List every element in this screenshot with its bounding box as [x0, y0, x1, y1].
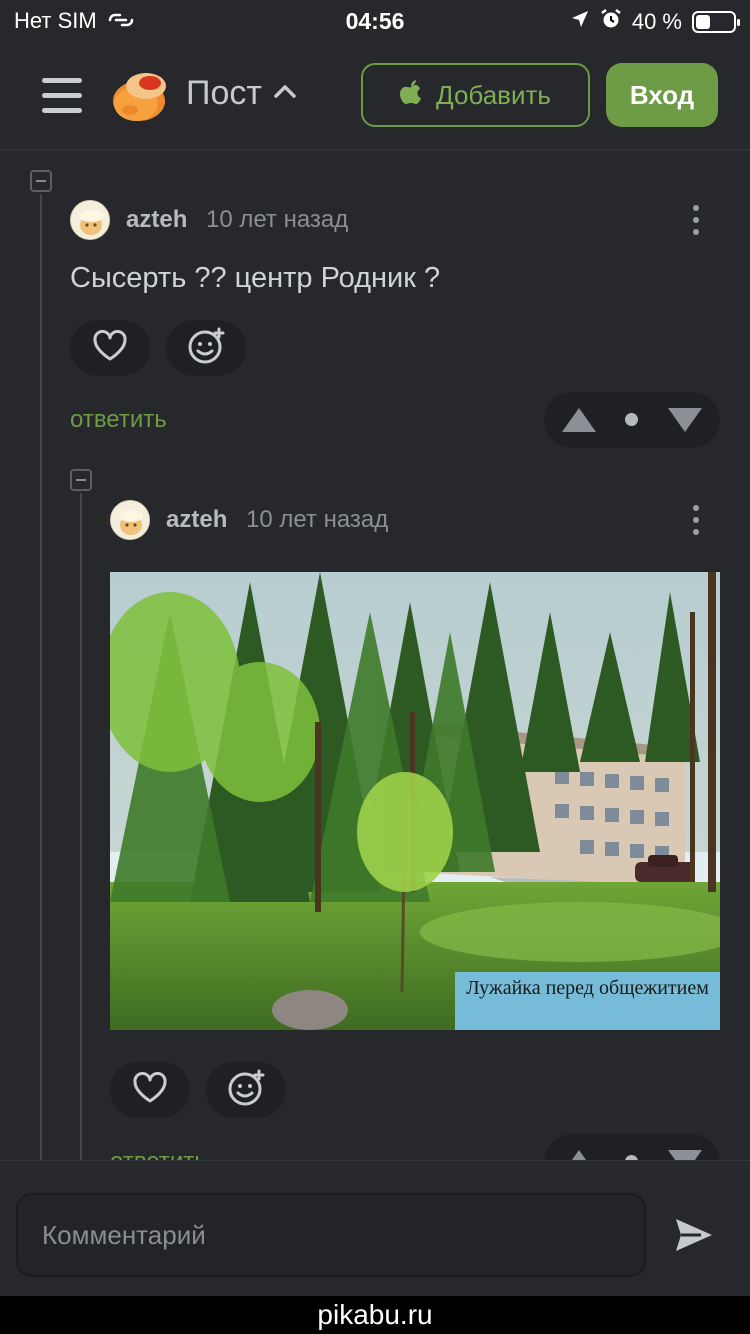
- status-bar: Нет SIM 04:56 40 %: [0, 0, 750, 42]
- comment-time: 10 лет назад: [246, 506, 389, 533]
- add-button[interactable]: Добавить: [361, 63, 590, 127]
- more-options-icon[interactable]: [686, 501, 706, 541]
- like-button[interactable]: [70, 320, 150, 376]
- reply-link[interactable]: ответить: [70, 406, 167, 434]
- pikabu-logo[interactable]: [110, 68, 168, 124]
- image-caption: Лужайка перед общежитием: [455, 972, 720, 1030]
- battery-fill: [696, 15, 710, 29]
- send-icon[interactable]: [672, 1215, 716, 1255]
- comment-author[interactable]: azteh: [126, 206, 187, 234]
- emoji-add-icon: [226, 1068, 266, 1113]
- vote-control: [544, 392, 720, 448]
- downvote-arrow-icon[interactable]: [668, 408, 702, 432]
- app-header: Пост Добавить Вход: [0, 42, 750, 150]
- location-arrow-icon: [570, 9, 590, 35]
- avatar[interactable]: [110, 500, 150, 540]
- comment-composer: [0, 1160, 750, 1296]
- add-button-label: Добавить: [436, 79, 551, 110]
- alarm-clock-icon: [600, 8, 622, 36]
- post-title-toggle[interactable]: Пост: [186, 74, 296, 113]
- like-button[interactable]: [110, 1062, 190, 1118]
- battery-icon: [692, 11, 740, 33]
- heart-icon: [132, 1071, 168, 1109]
- avatar[interactable]: [70, 200, 110, 240]
- add-reaction-button[interactable]: [166, 320, 246, 376]
- collapse-thread-button[interactable]: [30, 170, 52, 192]
- more-options-icon[interactable]: [686, 201, 706, 241]
- comment-text: Сысерть ?? центр Родник ?: [70, 262, 441, 294]
- apple-icon: [400, 79, 422, 112]
- rating-dot: [625, 413, 638, 426]
- chevron-up-icon: [274, 84, 296, 103]
- battery-percent: 40 %: [631, 9, 682, 34]
- emoji-add-icon: [186, 326, 226, 371]
- comment-image[interactable]: Лужайка перед общежитием: [110, 572, 720, 1030]
- collapse-reply-button[interactable]: [70, 469, 92, 491]
- reply-thread-line: [80, 493, 82, 1160]
- comment-input[interactable]: [16, 1193, 646, 1277]
- comment-author[interactable]: azteh: [166, 506, 227, 534]
- login-button[interactable]: Вход: [606, 63, 718, 127]
- heart-icon: [92, 329, 128, 367]
- upvote-arrow-icon[interactable]: [562, 408, 596, 432]
- thread-line: [40, 194, 42, 1160]
- comment-time: 10 лет назад: [206, 206, 349, 233]
- page-title: Пост: [186, 74, 262, 112]
- add-reaction-button[interactable]: [206, 1062, 286, 1118]
- menu-icon[interactable]: [42, 78, 82, 114]
- browser-domain-label: pikabu.ru: [0, 1296, 750, 1334]
